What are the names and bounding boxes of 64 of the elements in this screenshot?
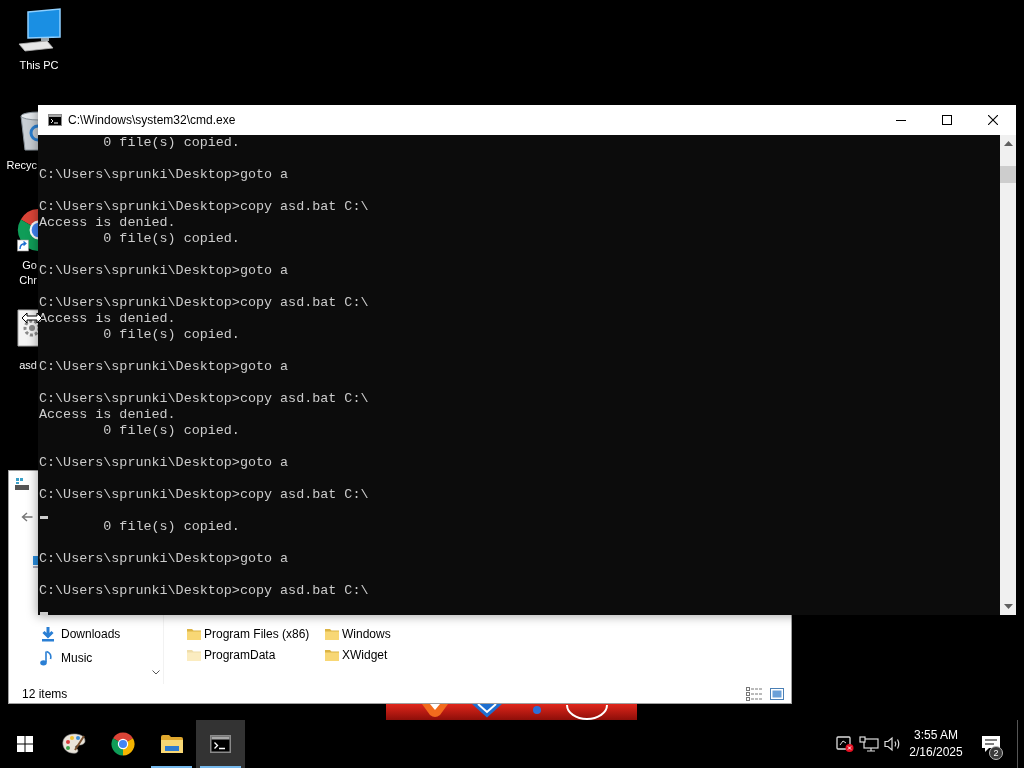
- app-icon[interactable]: [15, 477, 29, 491]
- notification-button[interactable]: 2: [967, 720, 1015, 768]
- console-line: C:\Users\sprunki\Desktop>copy asd.bat C:\: [39, 583, 369, 599]
- folder-item[interactable]: Program Files (x86): [187, 623, 325, 644]
- console-line: C:\Users\sprunki\Desktop>copy asd.bat C:\: [39, 487, 369, 503]
- close-icon: [988, 115, 998, 125]
- download-icon: [40, 626, 56, 642]
- terminal-icon: [210, 735, 231, 753]
- console-line: Access is denied.: [39, 407, 176, 423]
- icon-label: Recyc: [6, 158, 37, 173]
- taskbar-button[interactable]: [196, 720, 245, 768]
- badge-shape-icon[interactable]: [420, 704, 450, 718]
- console-line: C:\Users\sprunki\Desktop>copy asd.bat C:\: [39, 391, 369, 407]
- windows-logo-icon: [16, 736, 33, 752]
- console-line: C:\Users\sprunki\Desktop>goto a: [39, 359, 289, 375]
- item-count: 12 items: [22, 685, 68, 703]
- console-line: C:\Users\sprunki\Desktop>copy asd.bat C:\: [39, 199, 369, 215]
- computer-icon[interactable]: [17, 8, 61, 52]
- details-view-icon[interactable]: [746, 686, 762, 701]
- scroll-down-icon[interactable]: [1003, 604, 1013, 609]
- console-line: 0 file(s) copied.: [103, 519, 240, 535]
- folder-icon: [160, 735, 183, 753]
- clock-button[interactable]: 3:55 AM 2/16/2025: [905, 720, 967, 768]
- folder-item[interactable]: ProgramData: [187, 644, 325, 665]
- console-line: Access is denied.: [39, 215, 176, 231]
- icon-label: This PC: [19, 58, 59, 73]
- scrollbar[interactable]: [1000, 135, 1016, 615]
- console-line: Access is denied.: [39, 311, 176, 327]
- browser-icon: [110, 732, 135, 756]
- palette-icon: [61, 733, 86, 755]
- notification-count: 2: [989, 746, 1003, 760]
- scrollbar-thumb[interactable]: [1000, 166, 1016, 183]
- terminal-icon: [48, 114, 62, 126]
- console-line: C:\Users\sprunki\Desktop>copy asd.bat C:\: [39, 295, 369, 311]
- dot-icon[interactable]: [533, 706, 541, 714]
- text-cursor: [40, 612, 48, 615]
- music-note-icon: [40, 650, 52, 666]
- console-line: 0 file(s) copied.: [103, 231, 240, 247]
- ring-icon[interactable]: [565, 704, 609, 720]
- console-line: C:\Users\sprunki\Desktop>goto a: [39, 167, 289, 183]
- back-arrow-icon[interactable]: [21, 512, 33, 522]
- recycle-bin-icon[interactable]: [17, 108, 38, 152]
- network-icon: [859, 736, 879, 752]
- text-cursor: [40, 516, 48, 519]
- minimize-icon: [896, 119, 906, 121]
- console-line: 0 file(s) copied.: [103, 327, 240, 343]
- security-warning-icon: [836, 736, 854, 752]
- console-line: 0 file(s) copied.: [103, 423, 240, 439]
- console-line: C:\Users\sprunki\Desktop>goto a: [39, 551, 289, 567]
- scroll-up-icon[interactable]: [1003, 141, 1013, 146]
- icon-label: asd: [18, 358, 37, 373]
- nav-item[interactable]: Downloads: [40, 622, 148, 646]
- nav-item[interactable]: Music: [40, 646, 148, 670]
- speaker-icon: [884, 736, 902, 752]
- folder-item[interactable]: XWidget: [325, 644, 463, 665]
- large-icons-view-icon[interactable]: [770, 687, 784, 700]
- maximize-icon: [942, 115, 952, 125]
- console-line: C:\Users\sprunki\Desktop>goto a: [39, 455, 289, 471]
- folder-item[interactable]: Windows: [325, 623, 463, 644]
- console-line: C:\Users\sprunki\Desktop>goto a: [39, 263, 289, 279]
- window-title: C:\Windows\system32\cmd.exe: [68, 112, 236, 129]
- chevron-down-icon[interactable]: [151, 670, 160, 675]
- console-line: 0 file(s) copied.: [103, 135, 240, 151]
- icon-label: Go Chr: [18, 258, 37, 288]
